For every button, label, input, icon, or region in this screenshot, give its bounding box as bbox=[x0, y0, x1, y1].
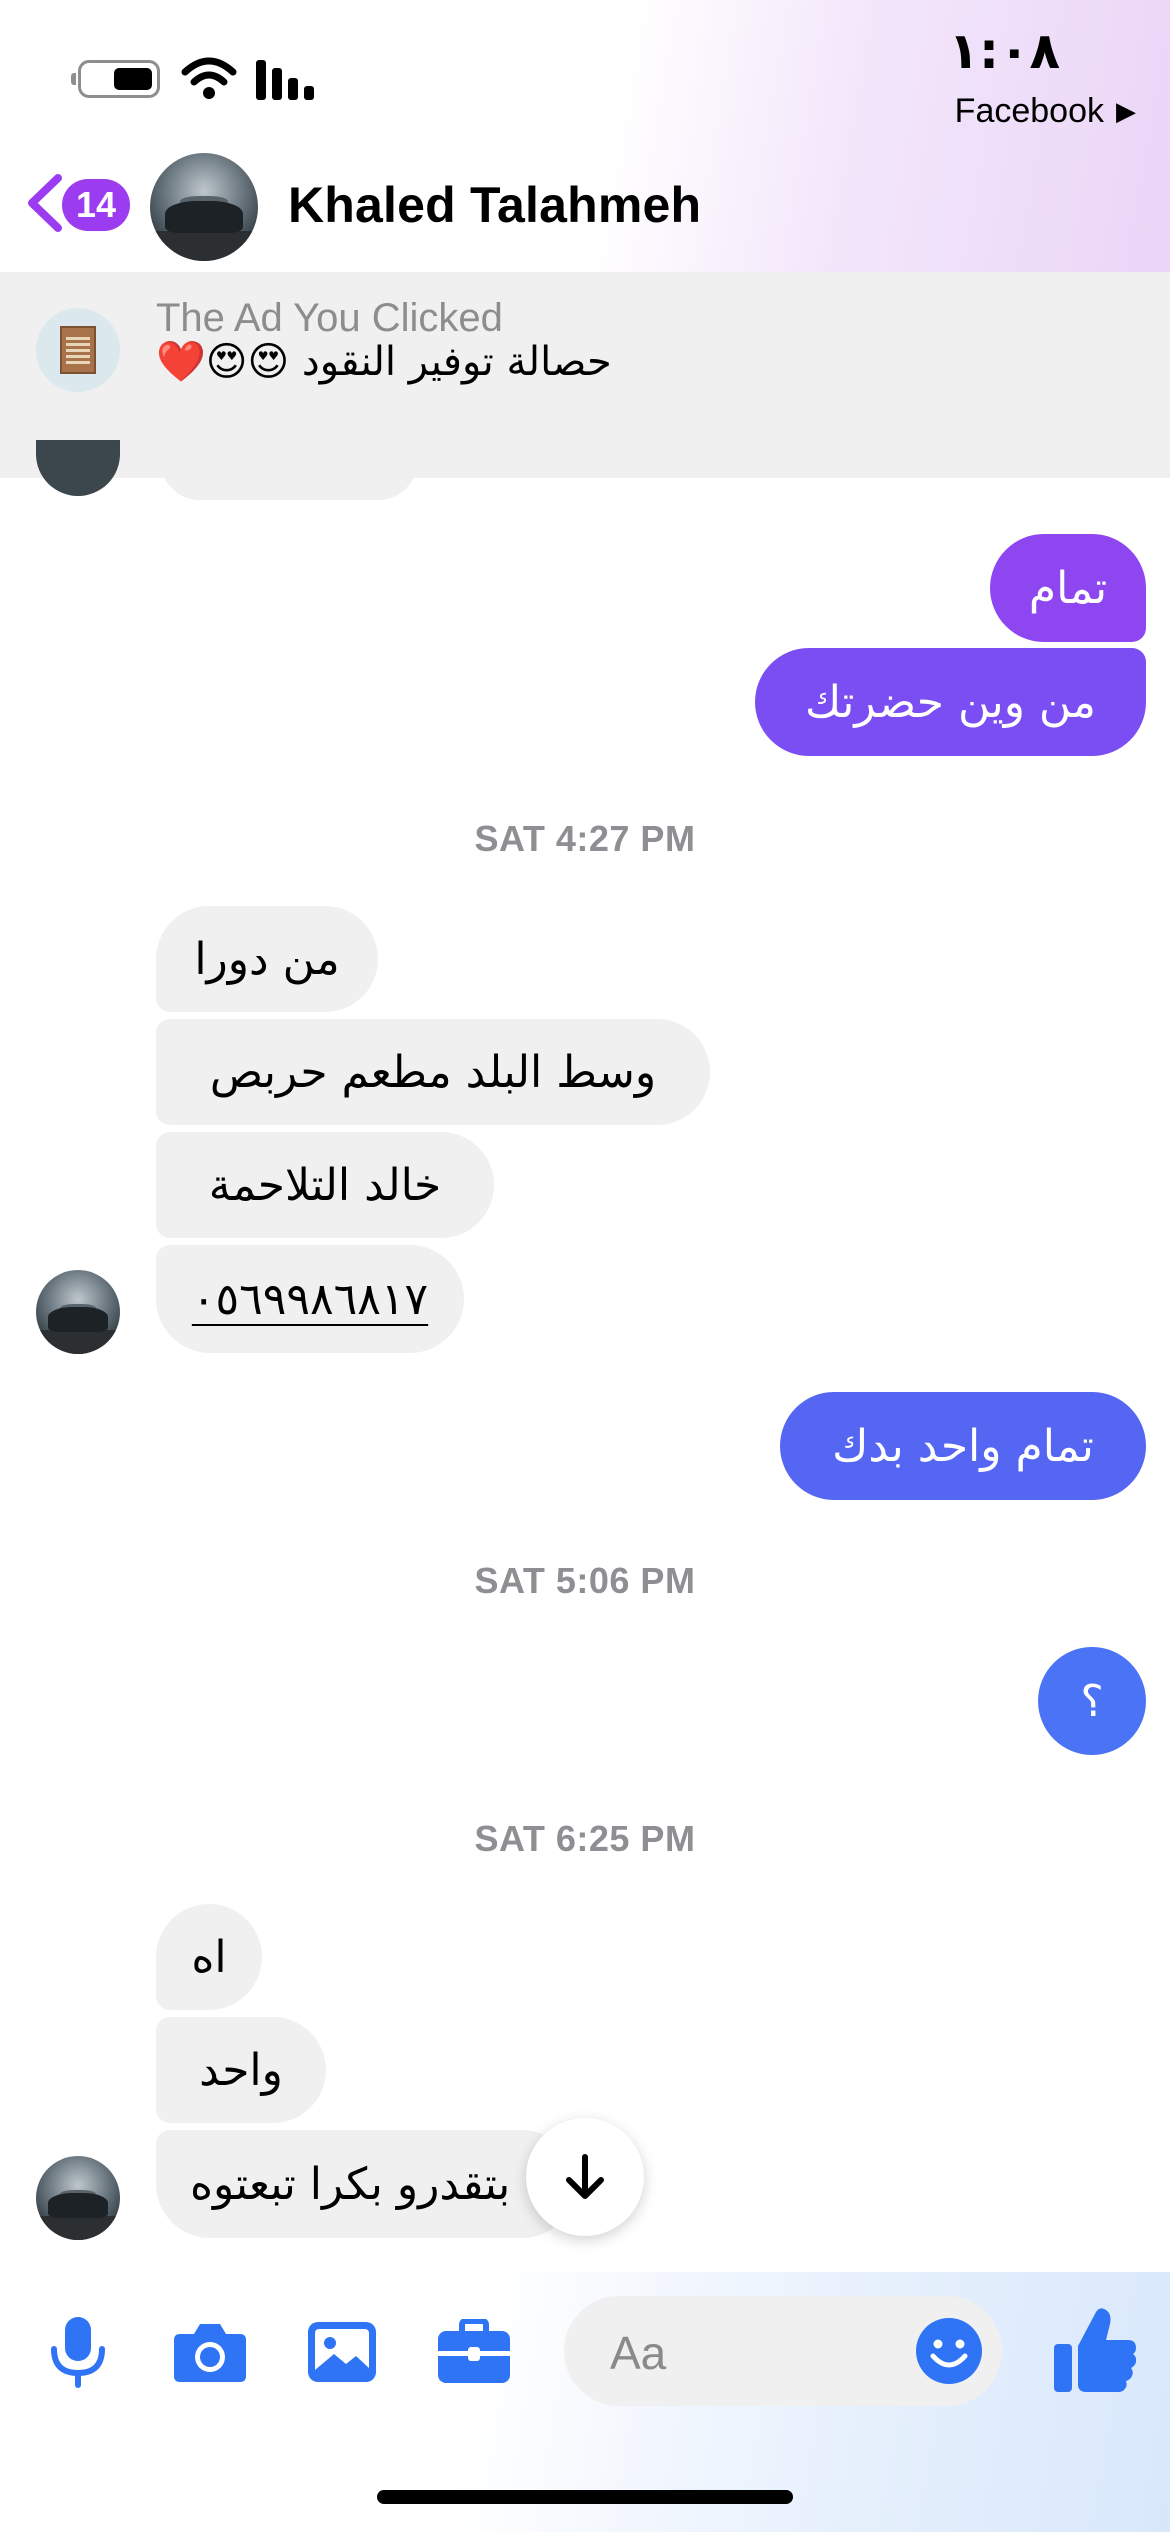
phone-number-link[interactable]: ٠٥٦٩٩٨٦٨١٧ bbox=[192, 1274, 428, 1325]
camera-button[interactable] bbox=[170, 2312, 250, 2392]
status-time: ١:٠٨ bbox=[948, 22, 1060, 80]
message-incoming[interactable]: اه bbox=[156, 1904, 262, 2010]
timestamp: SAT 6:25 PM bbox=[474, 1818, 696, 1859]
partial-message-bubble bbox=[160, 440, 418, 500]
ad-title: حصالة توفير النقود 😍😍❤️ bbox=[156, 339, 612, 385]
ad-label: The Ad You Clicked bbox=[156, 296, 503, 340]
contact-name[interactable]: Khaled Talahmeh bbox=[288, 176, 701, 234]
back-chevron-icon[interactable] bbox=[24, 172, 64, 234]
battery-icon bbox=[71, 60, 160, 98]
briefcase-button[interactable] bbox=[434, 2312, 514, 2392]
arrow-down-icon bbox=[566, 2154, 604, 2199]
back-to-app-label: Facebook bbox=[954, 92, 1104, 130]
ad-thumbnail bbox=[36, 308, 120, 392]
gallery-button[interactable] bbox=[302, 2312, 382, 2392]
thumbs-up-icon[interactable] bbox=[1052, 2306, 1138, 2396]
message-outgoing[interactable]: من وين حضرتك bbox=[755, 648, 1146, 756]
message-outgoing[interactable]: تمام واحد بدك bbox=[780, 1392, 1146, 1500]
partial-avatar bbox=[36, 440, 120, 496]
gallery-icon bbox=[308, 2322, 376, 2382]
message-incoming[interactable]: بتقدرو بكرا تبعتوه bbox=[156, 2130, 576, 2238]
message-outgoing[interactable]: تمام bbox=[990, 534, 1146, 642]
emoji-icon[interactable] bbox=[914, 2316, 984, 2386]
back-to-app-link[interactable]: Facebook ▶ bbox=[955, 92, 1136, 131]
briefcase-icon bbox=[438, 2319, 510, 2383]
message-input[interactable]: Aa bbox=[564, 2296, 1002, 2406]
message-incoming[interactable]: وسط البلد مطعم حربص bbox=[156, 1019, 710, 1125]
wifi-icon bbox=[181, 57, 237, 99]
sender-avatar[interactable] bbox=[36, 2156, 120, 2240]
sender-avatar[interactable] bbox=[36, 1270, 120, 1354]
microphone-icon bbox=[51, 2317, 105, 2388]
unread-count-badge[interactable]: 14 bbox=[62, 179, 130, 231]
camera-icon bbox=[174, 2324, 246, 2382]
message-outgoing[interactable]: ؟ bbox=[1038, 1647, 1146, 1755]
scroll-to-bottom-button[interactable] bbox=[526, 2118, 644, 2236]
home-indicator bbox=[377, 2490, 793, 2504]
status-bar-indicators bbox=[71, 56, 314, 102]
signal-icon bbox=[256, 60, 314, 100]
play-triangle-icon: ▶ bbox=[1116, 96, 1136, 126]
microphone-button[interactable] bbox=[38, 2312, 118, 2392]
message-incoming[interactable]: واحد bbox=[156, 2017, 326, 2123]
timestamp: SAT 4:27 PM bbox=[474, 818, 696, 859]
timestamp: SAT 5:06 PM bbox=[474, 1560, 696, 1601]
message-incoming[interactable]: خالد التلاحمة bbox=[156, 1132, 494, 1238]
message-incoming-phone[interactable]: ٠٥٦٩٩٨٦٨١٧ bbox=[156, 1245, 464, 1353]
contact-avatar[interactable] bbox=[150, 153, 258, 261]
message-incoming[interactable]: من دورا bbox=[156, 906, 378, 1012]
message-input-placeholder: Aa bbox=[610, 2327, 667, 2379]
